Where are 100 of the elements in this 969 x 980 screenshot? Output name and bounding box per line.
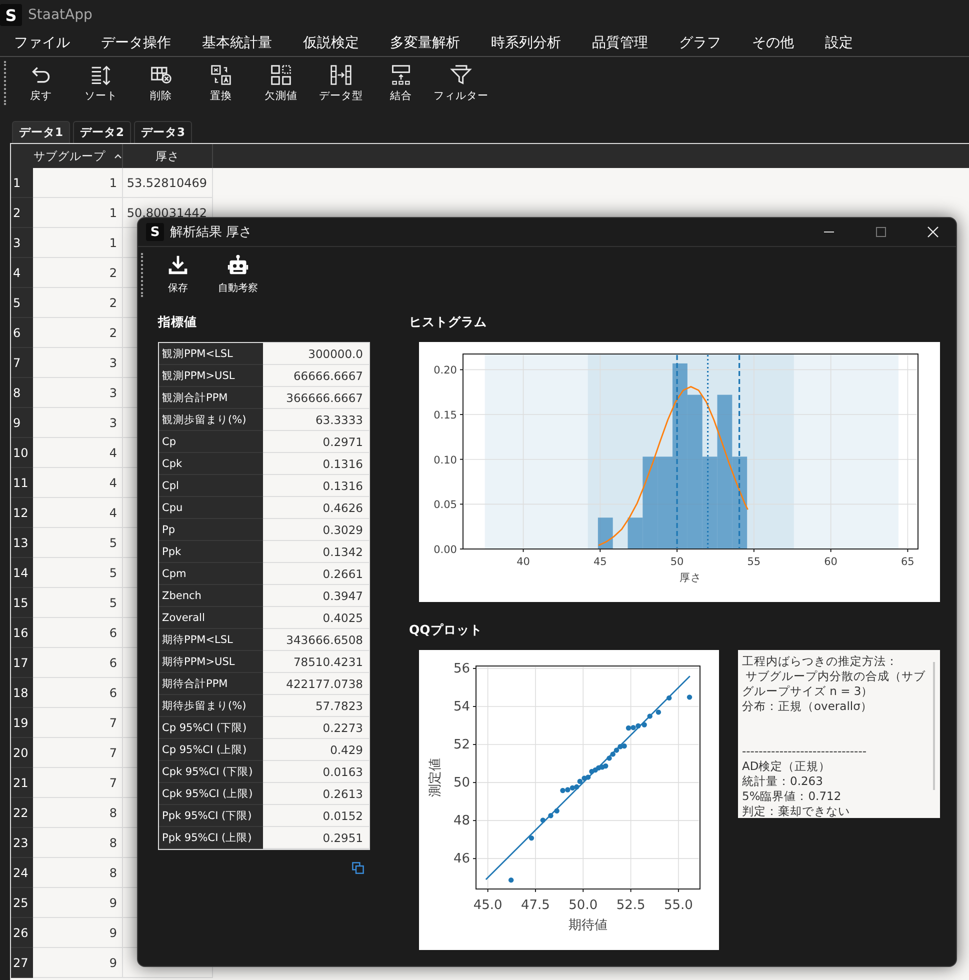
row-number: 9 xyxy=(11,408,33,438)
toolbar-button[interactable]: フィルター xyxy=(431,64,491,102)
row-number: 17 xyxy=(11,648,33,678)
toolbar-button[interactable]: 自動考察 xyxy=(208,254,268,295)
metric-label: Pp xyxy=(159,519,263,541)
metric-label: Zbench xyxy=(159,585,263,607)
metric-value: 0.4626 xyxy=(263,497,369,519)
app-logo: S xyxy=(0,4,22,26)
toolbar-button[interactable]: 欠測値 xyxy=(251,64,311,102)
replace-icon xyxy=(210,64,232,86)
sheet-tab[interactable]: データ1 xyxy=(12,121,70,143)
summary-line: 判定：棄却できない xyxy=(742,804,851,818)
tick-label: 47.5 xyxy=(521,898,550,913)
row-number: 26 xyxy=(11,918,33,948)
table-cell: 9 xyxy=(33,918,123,948)
tick-label: 50.0 xyxy=(568,898,598,913)
section-heading: ヒストグラム xyxy=(409,314,488,330)
table-cell: 7 xyxy=(33,738,123,768)
row-number: 2 xyxy=(11,198,33,228)
tick-label: 0.15 xyxy=(434,410,457,422)
toolbar-button[interactable]: 結合 xyxy=(371,64,431,102)
sort-icon xyxy=(90,64,112,86)
table-cell: 3 xyxy=(33,348,123,378)
toolbar-button[interactable]: データ型 xyxy=(311,64,371,102)
sheet-tab[interactable]: データ3 xyxy=(134,121,192,143)
toolbar-button[interactable]: ソート xyxy=(71,64,131,102)
close-icon[interactable] xyxy=(927,226,939,238)
summary-line: 工程内ばらつきの推定方法： xyxy=(742,654,899,669)
axis-label: 測定値 xyxy=(428,758,443,797)
table-cell: 6 xyxy=(33,648,123,678)
axis-label: 厚さ xyxy=(680,572,702,584)
menu-item[interactable]: 設定 xyxy=(825,34,853,52)
tick-label: 0.05 xyxy=(434,499,457,512)
row-number: 25 xyxy=(11,888,33,918)
sheet-tab[interactable]: データ2 xyxy=(73,121,131,143)
table-cell: 1 xyxy=(33,198,123,228)
menu-item[interactable]: 多変量解析 xyxy=(390,34,460,52)
table-cell: 7 xyxy=(33,768,123,798)
metric-value: 0.3029 xyxy=(263,519,369,541)
tick-label: 45 xyxy=(593,556,607,568)
table-cell: 5 xyxy=(33,528,123,558)
tick-label: 45.0 xyxy=(473,898,502,913)
metric-label: Cpl xyxy=(159,475,263,497)
row-number: 6 xyxy=(11,318,33,348)
row-number: 7 xyxy=(11,348,33,378)
histogram-bar xyxy=(598,518,613,549)
tick-label: 50 xyxy=(670,556,684,568)
tick-label: 56 xyxy=(453,661,470,676)
table-cell: 6 xyxy=(33,678,123,708)
column-header[interactable]: サブグループ xyxy=(33,144,123,168)
menu-item[interactable]: 基本統計量 xyxy=(202,34,272,52)
axis-label: 期待値 xyxy=(568,918,608,933)
row-number: 14 xyxy=(11,558,33,588)
row-number: 13 xyxy=(11,528,33,558)
menu-item[interactable]: ファイル xyxy=(14,34,70,52)
metric-label: Ppk 95%CI (上限) xyxy=(159,827,263,849)
data-point xyxy=(666,695,672,701)
menu-item[interactable]: 品質管理 xyxy=(592,34,648,52)
metric-value: 0.3947 xyxy=(263,585,369,607)
menu-item[interactable]: 仮説検定 xyxy=(303,34,359,52)
summary-line: 分布：正規（overallσ） xyxy=(742,699,874,714)
row-number: 3 xyxy=(11,228,33,258)
metric-label: Cp 95%CI (下限) xyxy=(159,717,263,739)
menu-item[interactable]: グラフ xyxy=(679,34,721,52)
metric-label: 期待合計PPM xyxy=(159,673,263,695)
summary-line: 統計量：0.263 xyxy=(742,774,824,789)
toolbar-button[interactable]: 置換 xyxy=(191,64,251,102)
metric-label: Cpu xyxy=(159,497,263,519)
row-number: 8 xyxy=(11,378,33,408)
tick-label: 40 xyxy=(516,556,530,568)
metric-label: Ppk 95%CI (下限) xyxy=(159,805,263,827)
metric-label: 期待歩留まり(%) xyxy=(159,695,263,717)
menu-item[interactable]: データ操作 xyxy=(101,34,171,52)
toolbar-button[interactable]: 削除 xyxy=(131,64,191,102)
table-cell: 1 xyxy=(33,228,123,258)
metric-label: 観測合計PPM xyxy=(159,387,263,409)
column-header[interactable]: 厚さ xyxy=(123,144,213,168)
metric-value: 0.2273 xyxy=(263,717,369,739)
filter-icon xyxy=(450,64,472,86)
metric-value: 0.2951 xyxy=(263,827,369,849)
menu-item[interactable]: その他 xyxy=(752,34,794,52)
maximize-icon[interactable] xyxy=(875,226,887,238)
metric-value: 0.2613 xyxy=(263,783,369,805)
table-cell: 4 xyxy=(33,498,123,528)
table-cell: 5 xyxy=(33,588,123,618)
row-number: 21 xyxy=(11,768,33,798)
table-cell: 7 xyxy=(33,708,123,738)
menu-item[interactable]: 時系列分析 xyxy=(491,34,561,52)
copy-icon[interactable] xyxy=(352,862,364,874)
toolbar-button[interactable]: 戻す xyxy=(11,64,71,102)
table-cell: 6 xyxy=(33,618,123,648)
data-point xyxy=(540,818,546,823)
metric-label: Cp xyxy=(159,431,263,453)
toolbar-button[interactable]: 保存 xyxy=(148,254,208,295)
grid-dots-icon xyxy=(270,64,292,86)
app-logo: S xyxy=(146,223,164,241)
tick-label: 52 xyxy=(453,738,470,753)
tick-label: 48 xyxy=(453,814,470,829)
scrollbar[interactable] xyxy=(933,662,935,790)
section-heading: QQプロット xyxy=(409,622,484,638)
